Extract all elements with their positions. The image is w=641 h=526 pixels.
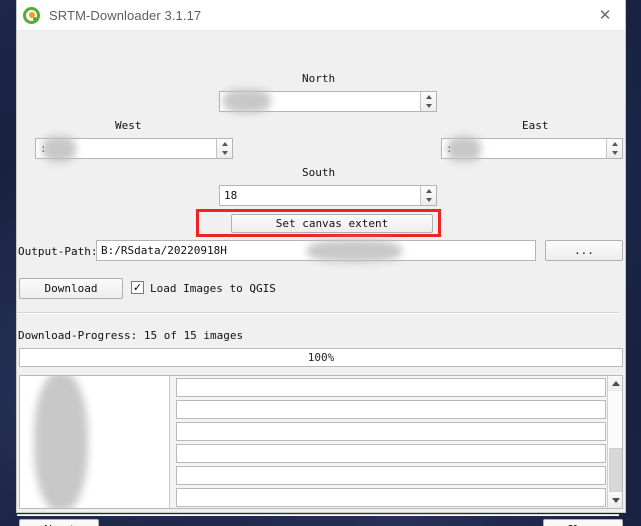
east-spinner-buttons[interactable] <box>606 139 622 158</box>
west-spinbox[interactable]: : <box>35 138 233 159</box>
west-label: West <box>115 119 142 132</box>
list-item[interactable] <box>20 376 169 398</box>
west-spinner-buttons[interactable] <box>216 139 232 158</box>
divider-bottom <box>17 514 619 516</box>
south-input[interactable]: 18 <box>220 186 420 205</box>
close-icon[interactable]: ✕ <box>585 0 625 31</box>
srtm-downloader-window: SRTM-Downloader 3.1.17 ✕ North West : Ea… <box>17 0 625 526</box>
download-button[interactable]: Download <box>19 278 123 299</box>
east-label: East <box>522 119 549 132</box>
divider-top <box>17 312 619 314</box>
list-item-progress-bar <box>176 444 606 463</box>
scrollbar-thumb[interactable] <box>609 448 622 492</box>
north-spinner-down-icon[interactable] <box>421 102 436 112</box>
scroll-up-arrow-icon[interactable] <box>608 376 622 391</box>
list-item-progress-bar <box>176 422 606 441</box>
about-button[interactable]: About <box>19 519 99 526</box>
north-spinner-up-icon[interactable] <box>421 92 436 102</box>
north-label: North <box>302 72 336 85</box>
window-title: SRTM-Downloader 3.1.17 <box>49 7 202 23</box>
list-vertical-scrollbar[interactable] <box>607 376 622 508</box>
output-path-label: Output-Path: <box>18 245 98 258</box>
download-list-names-column <box>20 376 170 508</box>
east-input[interactable]: : <box>442 139 606 158</box>
download-progress-bar: 100% <box>19 348 623 367</box>
list-item[interactable] <box>20 398 169 420</box>
north-spinbox[interactable] <box>219 91 437 112</box>
list-item-progress-bar <box>176 400 606 419</box>
list-item-progress-bar <box>176 488 606 507</box>
browse-output-path-button[interactable]: ... <box>545 240 623 261</box>
east-spinner-down-icon[interactable] <box>607 149 622 159</box>
west-spinner-down-icon[interactable] <box>217 149 232 159</box>
west-input[interactable]: : <box>36 139 216 158</box>
qgis-logo-icon <box>23 6 40 24</box>
scroll-down-arrow-icon[interactable] <box>608 493 622 508</box>
load-images-label: Load Images to QGIS <box>150 282 276 295</box>
title-bar: SRTM-Downloader 3.1.17 ✕ <box>17 0 625 31</box>
west-spinner-up-icon[interactable] <box>217 139 232 149</box>
close-button[interactable]: Close <box>543 519 623 526</box>
load-images-checkbox[interactable]: ✓ <box>131 281 144 294</box>
north-input[interactable] <box>220 92 420 111</box>
south-spinbox[interactable]: 18 <box>219 185 437 206</box>
north-spinner-buttons[interactable] <box>420 92 436 111</box>
south-label: South <box>302 166 336 179</box>
list-item[interactable] <box>20 464 169 486</box>
south-spinner-buttons[interactable] <box>420 186 436 205</box>
south-spinner-up-icon[interactable] <box>421 186 436 196</box>
output-path-input[interactable]: B:/RSdata/20220918H <box>96 240 536 261</box>
list-item-progress-bar <box>176 378 606 397</box>
list-item[interactable] <box>20 486 169 508</box>
east-spinbox[interactable]: : <box>441 138 623 159</box>
download-progress-label: Download-Progress: 15 of 15 images <box>18 329 244 342</box>
download-list-panel[interactable] <box>19 375 623 509</box>
list-item[interactable] <box>20 420 169 442</box>
dialog-body: North West : East : South 18 Set canvas … <box>17 31 625 526</box>
set-canvas-extent-button[interactable]: Set canvas extent <box>231 214 433 233</box>
list-item[interactable] <box>20 442 169 464</box>
east-spinner-up-icon[interactable] <box>607 139 622 149</box>
list-item-progress-bar <box>176 466 606 485</box>
south-spinner-down-icon[interactable] <box>421 196 436 206</box>
